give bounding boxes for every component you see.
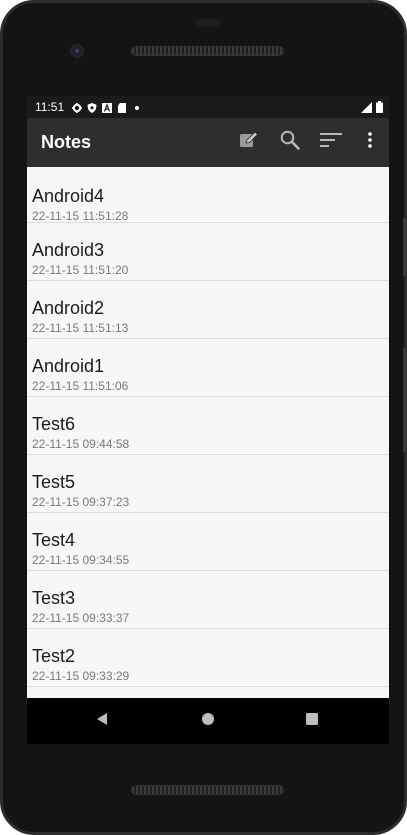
note-item[interactable]: Android2 22-11-15 11:51:13 — [27, 281, 389, 339]
more-vert-icon — [368, 132, 372, 153]
app-title: Notes — [41, 132, 92, 152]
app-bar: Notes — [27, 118, 389, 167]
note-title: Test3 — [32, 588, 76, 608]
status-right — [361, 101, 383, 116]
note-item[interactable]: Test4 22-11-15 09:34:55 — [27, 513, 389, 571]
power-button — [403, 218, 407, 276]
sort-icon — [319, 132, 342, 153]
recents-button[interactable] — [303, 712, 321, 730]
note-date: 22-11-15 09:33:37 — [32, 611, 130, 625]
sd-card-icon — [117, 102, 127, 113]
note-item[interactable] — [27, 687, 389, 698]
app-bar-actions — [228, 118, 389, 167]
bottom-speaker — [131, 785, 284, 795]
note-item[interactable]: Android3 22-11-15 11:51:20 — [27, 223, 389, 281]
note-date: 22-11-15 09:37:23 — [32, 495, 130, 509]
note-date: 22-11-15 11:51:13 — [32, 321, 129, 335]
note-date: 22-11-15 11:51:28 — [32, 209, 129, 223]
home-button[interactable] — [199, 712, 217, 730]
note-title: Test4 — [32, 530, 76, 550]
back-icon — [95, 712, 109, 731]
note-title: Test2 — [32, 646, 76, 666]
signal-icon — [361, 101, 372, 116]
edit-icon — [239, 131, 259, 154]
more-options-button[interactable] — [351, 118, 389, 167]
note-date: 22-11-15 09:44:58 — [32, 437, 130, 451]
home-icon — [201, 712, 215, 731]
a-icon — [102, 102, 113, 113]
note-date: 22-11-15 11:51:20 — [32, 263, 129, 277]
note-title: Android2 — [32, 298, 105, 318]
navigation-bar — [27, 698, 389, 744]
sort-button[interactable] — [310, 118, 351, 167]
dot-icon — [132, 102, 142, 112]
search-button[interactable] — [269, 118, 310, 167]
shield-icon — [87, 102, 97, 113]
note-item[interactable]: Test2 22-11-15 09:33:29 — [27, 629, 389, 687]
note-item[interactable]: Test6 22-11-15 09:44:58 — [27, 397, 389, 455]
gear-icon — [72, 102, 83, 113]
note-item[interactable]: Test3 22-11-15 09:33:37 — [27, 571, 389, 629]
screen: 11:51 Notes Android4 22-11-15 11:51:28 A… — [27, 96, 389, 744]
note-item[interactable]: Test5 22-11-15 09:37:23 — [27, 455, 389, 513]
notes-list[interactable]: Android4 22-11-15 11:51:28 Android3 22-1… — [27, 167, 389, 698]
note-item[interactable]: Android1 22-11-15 11:51:06 — [27, 339, 389, 397]
status-time: 11:51 — [35, 100, 65, 114]
note-date: 22-11-15 09:34:55 — [32, 553, 130, 567]
note-date: 22-11-15 09:33:29 — [32, 669, 130, 683]
note-title: Test6 — [32, 414, 76, 434]
front-camera-icon — [70, 44, 84, 58]
note-item[interactable]: Android4 22-11-15 11:51:28 — [27, 167, 389, 223]
phone-frame: 11:51 Notes Android4 22-11-15 11:51:28 A… — [0, 0, 407, 835]
note-title: Android1 — [32, 356, 105, 376]
note-title: Android3 — [32, 240, 105, 260]
volume-button — [403, 348, 407, 452]
edit-button[interactable] — [228, 118, 269, 167]
status-icons — [72, 102, 142, 113]
search-icon — [280, 130, 300, 155]
status-bar: 11:51 — [27, 96, 389, 118]
note-date: 22-11-15 11:51:06 — [32, 379, 129, 393]
note-title: Test5 — [32, 472, 76, 492]
recents-icon — [305, 712, 319, 731]
proximity-sensor — [195, 19, 221, 27]
battery-icon — [376, 101, 383, 116]
note-title: Android4 — [32, 186, 105, 206]
earpiece-speaker — [131, 46, 284, 56]
back-button[interactable] — [93, 712, 111, 730]
